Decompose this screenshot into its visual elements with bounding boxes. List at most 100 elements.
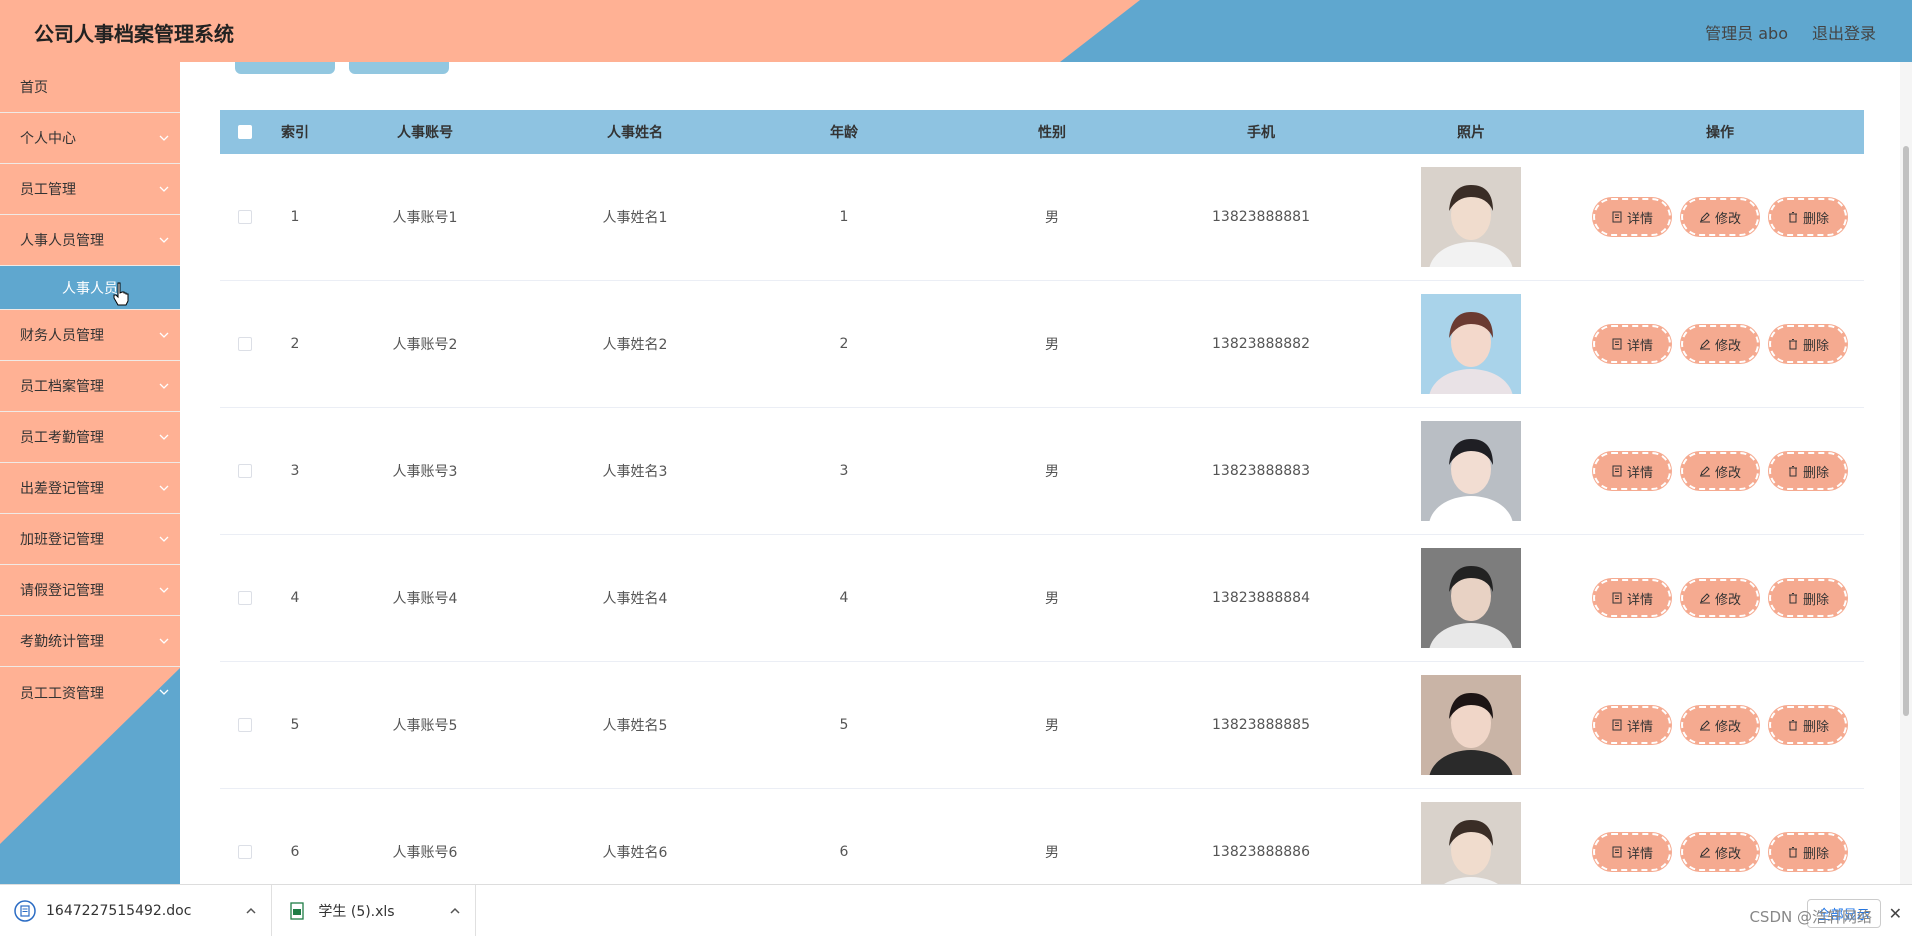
cell-age: 2 [839,336,849,352]
document-icon [1612,338,1622,350]
delete-button[interactable]: 删除 [1769,452,1847,490]
select-all-checkbox[interactable] [238,125,252,139]
chevron-up-icon[interactable] [449,905,461,917]
edit-label: 修改 [1714,719,1741,735]
edit-button[interactable]: 修改 [1681,833,1759,871]
personnel-photo [1421,802,1521,884]
sidebar-item-10[interactable]: 考勤统计管理 [0,616,180,667]
edit-button[interactable]: 修改 [1681,452,1759,490]
cell-sex: 男 [1045,210,1059,226]
header-sex: 性别 [1038,125,1066,141]
cell-name: 人事姓名1 [602,210,668,226]
detail-label: 详情 [1626,211,1653,227]
sidebar-item-9[interactable]: 请假登记管理 [0,565,180,616]
app-title: 公司人事档案管理系统 [34,22,234,46]
cell-phone: 13823888886 [1212,844,1310,860]
sidebar-item-label: 考勤统计管理 [20,634,104,650]
detail-button[interactable]: 详情 [1593,579,1671,617]
sidebar-item-8[interactable]: 加班登记管理 [0,514,180,565]
header-actions: 操作 [1706,125,1734,141]
delete-button[interactable]: 删除 [1769,706,1847,744]
delete-button[interactable]: 删除 [1769,579,1847,617]
document-icon [1612,719,1622,731]
cell-sex: 男 [1045,845,1059,861]
table-row: 5 人事账号5 人事姓名5 5 男 13823888885 详情 修改 删除 [220,662,1864,789]
cell-age: 6 [839,844,849,860]
sidebar-item-4[interactable]: 财务人员管理 [0,310,180,361]
cell-account: 人事账号6 [392,845,458,861]
detail-button[interactable]: 详情 [1593,833,1671,871]
row-checkbox[interactable] [238,718,252,732]
cell-index: 5 [290,717,300,733]
logout-link[interactable]: 退出登录 [1812,20,1876,44]
table-row: 3 人事账号3 人事姓名3 3 男 13823888883 详情 修改 删除 [220,408,1864,535]
cell-index: 1 [290,209,300,225]
edit-label: 修改 [1714,211,1741,227]
table-row: 4 人事账号4 人事姓名4 4 男 13823888884 详情 修改 删除 [220,535,1864,662]
edit-icon [1699,339,1710,350]
close-icon[interactable]: ✕ [1889,904,1902,923]
download-filename: 1647227515492.doc [46,902,192,919]
xls-icon [290,901,305,920]
sidebar-item-2[interactable]: 员工管理 [0,164,180,215]
edit-button[interactable]: 修改 [1681,198,1759,236]
sidebar-item-7[interactable]: 出差登记管理 [0,463,180,514]
detail-label: 详情 [1626,338,1653,354]
edit-label: 修改 [1714,846,1741,862]
edit-icon [1699,720,1710,731]
row-checkbox[interactable] [238,845,252,859]
download-item-doc[interactable]: 1647227515492.doc [0,884,273,936]
sidebar-item-label: 出差登记管理 [20,481,104,497]
trash-icon [1788,720,1797,731]
toolbar-button-1[interactable] [235,62,335,74]
sidebar-item-1[interactable]: 个人中心 [0,113,180,164]
edit-icon [1699,466,1710,477]
delete-button[interactable]: 删除 [1769,833,1847,871]
row-checkbox[interactable] [238,210,252,224]
cell-account: 人事账号1 [392,210,458,226]
edit-button[interactable]: 修改 [1681,579,1759,617]
delete-label: 删除 [1802,719,1829,735]
chevron-up-icon[interactable] [245,905,257,917]
sidebar-item-6[interactable]: 员工考勤管理 [0,412,180,463]
detail-button[interactable]: 详情 [1593,198,1671,236]
detail-label: 详情 [1626,846,1653,862]
submenu-item-active[interactable]: 人事人员 [0,266,180,310]
row-checkbox[interactable] [238,591,252,605]
header-index: 索引 [281,125,309,141]
sidebar-item-11[interactable]: 员工工资管理 [0,667,180,718]
scrollbar-thumb[interactable] [1903,146,1909,716]
page-scrollbar[interactable] [1900,62,1912,884]
detail-button[interactable]: 详情 [1593,325,1671,363]
current-user: 管理员 abo [1705,24,1788,43]
detail-button[interactable]: 详情 [1593,706,1671,744]
sidebar-item-3[interactable]: 人事人员管理 [0,215,180,266]
sidebar-menu: 首页 个人中心 员工管理 人事人员管理 人事人员 财务人员管理员工档案管理员工考勤管理出差… [0,62,180,718]
delete-button[interactable]: 删除 [1769,325,1847,363]
detail-button[interactable]: 详情 [1593,452,1671,490]
download-item-xls[interactable]: 学生 (5).xls [272,884,476,936]
cell-sex: 男 [1045,718,1059,734]
edit-icon [1699,593,1710,604]
cell-index: 6 [290,844,300,860]
download-filename: 学生 (5).xls [318,903,395,920]
edit-icon [1699,212,1710,223]
sidebar-item-0[interactable]: 首页 [0,62,180,113]
sidebar-item-5[interactable]: 员工档案管理 [0,361,180,412]
chevron-down-icon [158,686,170,698]
personnel-photo [1421,675,1521,775]
table-header: 索引 人事账号 人事姓名 年龄 性别 手机 照片 操作 [220,110,1864,154]
row-checkbox[interactable] [238,464,252,478]
trash-icon [1788,593,1797,604]
personnel-photo [1421,294,1521,394]
cell-account: 人事账号5 [392,718,458,734]
cell-sex: 男 [1045,337,1059,353]
edit-button[interactable]: 修改 [1681,325,1759,363]
edit-button[interactable]: 修改 [1681,706,1759,744]
delete-button[interactable]: 删除 [1769,198,1847,236]
chevron-down-icon [158,380,170,392]
row-checkbox[interactable] [238,337,252,351]
sidebar-item-label: 员工档案管理 [20,379,104,395]
toolbar-button-2[interactable] [349,62,449,74]
header-photo: 照片 [1457,125,1485,141]
